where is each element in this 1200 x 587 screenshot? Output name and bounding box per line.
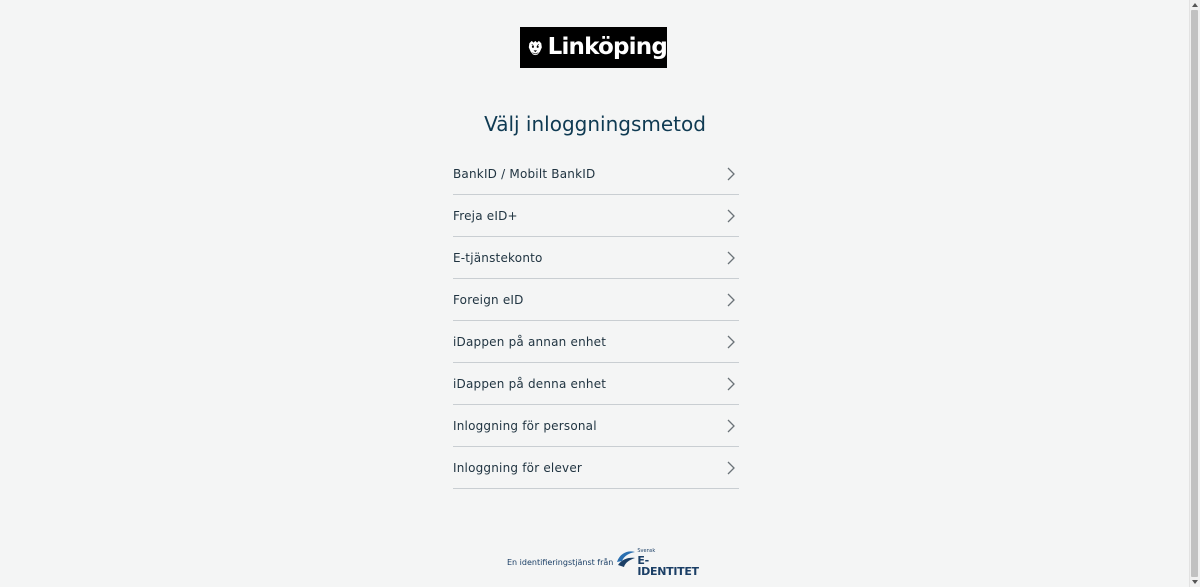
chevron-right-icon	[727, 251, 735, 265]
eid-brand-big: E-IDENTITET	[637, 554, 699, 578]
login-method-freja[interactable]: Freja eID+	[453, 195, 739, 237]
scrollbar-thumb[interactable]	[1191, 10, 1198, 577]
login-method-label: Inloggning för personal	[453, 419, 597, 433]
login-method-idappen-annan[interactable]: iDappen på annan enhet	[453, 321, 739, 363]
chevron-right-icon	[727, 293, 735, 307]
login-method-label: BankID / Mobilt BankID	[453, 167, 596, 181]
login-method-elever[interactable]: Inloggning för elever	[453, 447, 739, 489]
login-method-label: iDappen på annan enhet	[453, 335, 607, 349]
linkoping-logo: Linköping	[520, 27, 668, 68]
login-method-idappen-denna[interactable]: iDappen på denna enhet	[453, 363, 739, 405]
login-method-label: E-tjänstekonto	[453, 251, 543, 265]
chevron-right-icon	[727, 167, 735, 181]
vertical-scrollbar[interactable]	[1189, 0, 1200, 587]
chevron-right-icon	[727, 335, 735, 349]
svensk-e-identitet-logo[interactable]: Svensk E-IDENTITET	[616, 549, 702, 577]
login-method-label: Foreign eID	[453, 293, 524, 307]
footer-text: En identifieringstjänst från	[507, 558, 614, 567]
login-method-personal[interactable]: Inloggning för personal	[453, 405, 739, 447]
login-method-foreign-eid[interactable]: Foreign eID	[453, 279, 739, 321]
chevron-right-icon	[727, 461, 735, 475]
page-title: Välj inloggningsmetod	[484, 112, 706, 136]
login-page: Linköping Välj inloggningsmetod BankID /…	[0, 0, 1190, 587]
scroll-down-icon[interactable]	[1192, 580, 1198, 584]
footer: En identifieringstjänst från Svensk E-ID…	[507, 549, 702, 578]
logo-text: Linköping	[547, 34, 668, 60]
login-method-label: Freja eID+	[453, 209, 518, 223]
login-method-label: iDappen på denna enhet	[453, 377, 607, 391]
lion-emblem-icon	[528, 40, 542, 55]
chevron-right-icon	[727, 209, 735, 223]
scroll-up-icon[interactable]	[1192, 3, 1198, 7]
login-method-bankid[interactable]: BankID / Mobilt BankID	[453, 153, 739, 195]
chevron-right-icon	[727, 377, 735, 391]
login-method-label: Inloggning för elever	[453, 461, 583, 475]
e-identitet-swoosh-icon	[617, 551, 636, 567]
login-method-e-tjanstekonto[interactable]: E-tjänstekonto	[453, 237, 739, 279]
chevron-right-icon	[727, 419, 735, 433]
login-method-list: BankID / Mobilt BankID Freja eID+ E-tjän…	[453, 153, 739, 489]
